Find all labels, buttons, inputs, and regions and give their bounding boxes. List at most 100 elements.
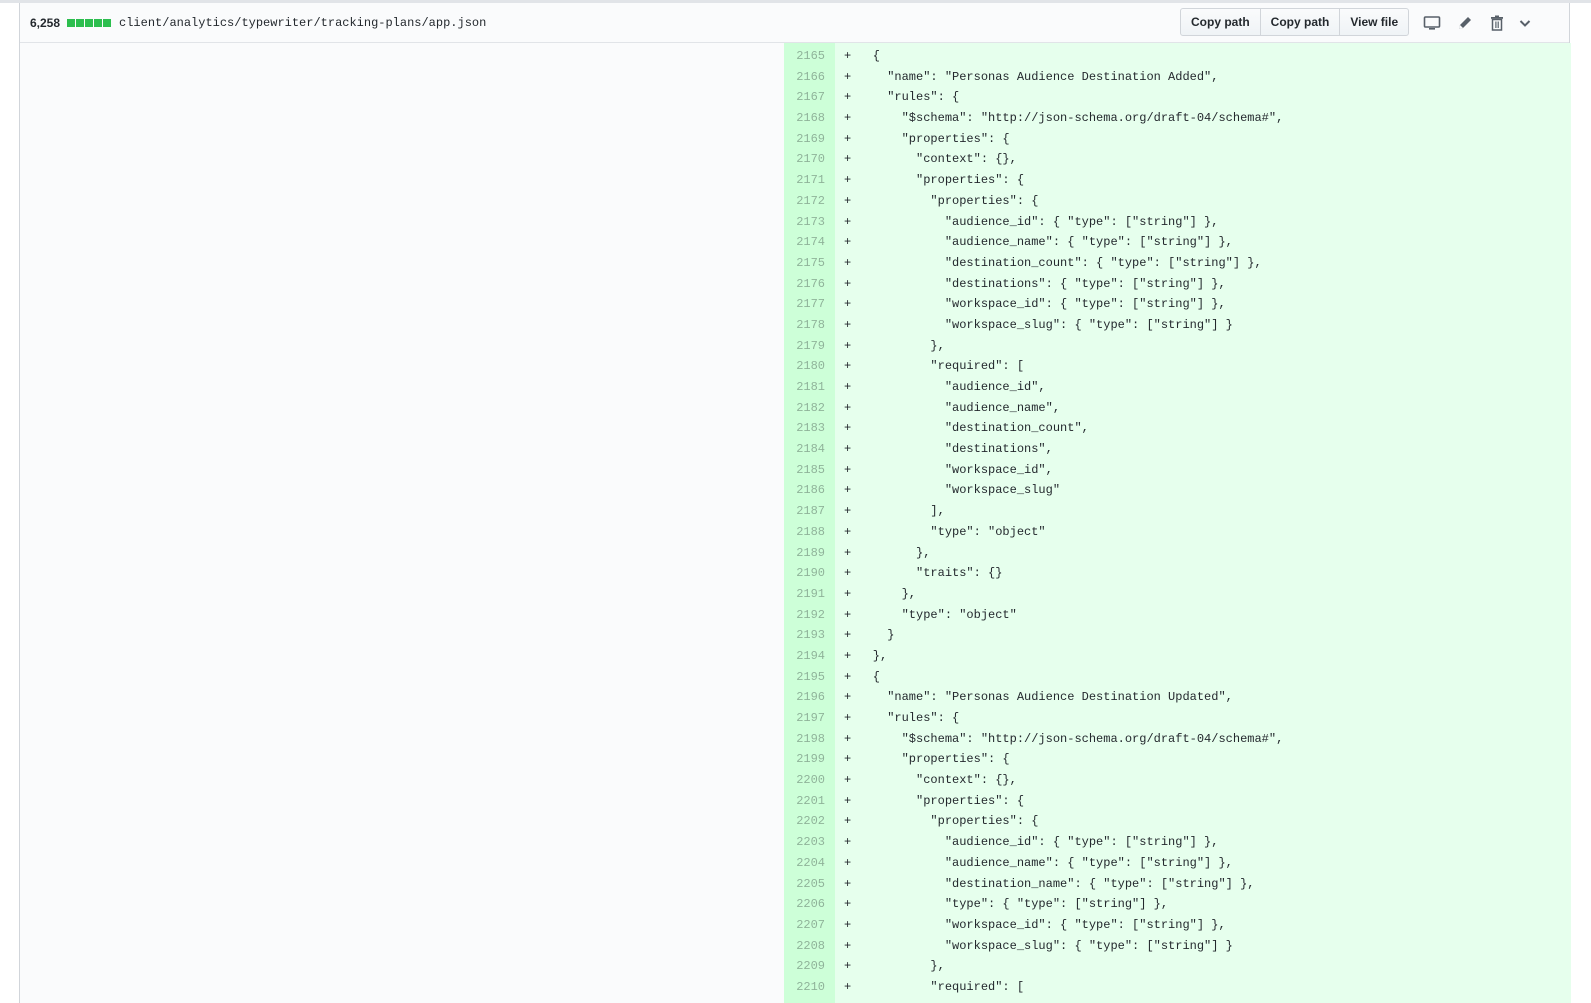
diff-line: 2190 + "traits": {} xyxy=(784,563,1571,584)
line-number[interactable]: 2172 xyxy=(784,191,825,212)
line-number[interactable]: 2183 xyxy=(784,418,825,439)
line-number[interactable]: 2176 xyxy=(784,274,825,295)
code-line: + "audience_name": { "type": ["string"] … xyxy=(844,855,1233,870)
desktop-icon[interactable] xyxy=(1423,14,1441,32)
diff-line: 2202 + "properties": { xyxy=(784,811,1571,832)
code-line: + "type": "object" xyxy=(844,524,1046,539)
diff-line: 2169 + "properties": { xyxy=(784,129,1571,150)
line-number[interactable]: 2208 xyxy=(784,936,825,957)
diffstat-block xyxy=(103,18,112,27)
line-number[interactable]: 2194 xyxy=(784,646,825,667)
code-line: + "audience_id", xyxy=(844,380,1046,394)
line-number[interactable]: 2195 xyxy=(784,667,825,688)
line-number[interactable]: 2175 xyxy=(784,253,825,274)
view-file-button[interactable]: View file xyxy=(1339,8,1410,36)
line-number[interactable]: 2187 xyxy=(784,501,825,522)
diff-lines: 2165 + {2166 + "name": "Personas Audience … xyxy=(784,43,1571,998)
diff-line: 2180 + "required": [ xyxy=(784,356,1571,377)
line-number[interactable]: 2166 xyxy=(784,67,825,88)
pencil-icon[interactable] xyxy=(1456,14,1474,32)
diff-line: 2200 + "context": {}, xyxy=(784,770,1571,791)
line-number[interactable]: 2179 xyxy=(784,336,825,357)
code-line: + "type": "object" xyxy=(844,607,1017,622)
line-number[interactable]: 2184 xyxy=(784,439,825,460)
line-number[interactable]: 2174 xyxy=(784,232,825,253)
diff-line: 2173 + "audience_id": { "type": ["string"… xyxy=(784,212,1571,233)
line-number[interactable]: 2178 xyxy=(784,315,825,336)
line-number[interactable]: 2204 xyxy=(784,853,825,874)
code-line: + "traits": {} xyxy=(844,566,1003,581)
line-number[interactable]: 2177 xyxy=(784,294,825,315)
code-line: + "audience_name", xyxy=(844,400,1061,415)
line-number[interactable]: 2185 xyxy=(784,460,825,481)
code-line: + "audience_id": { "type": ["string"] }, xyxy=(844,214,1219,229)
diff-line: 2209 + }, xyxy=(784,956,1571,977)
line-number[interactable]: 2193 xyxy=(784,625,825,646)
chevron-down-icon[interactable] xyxy=(1516,14,1534,32)
code-line: + "workspace_slug" xyxy=(844,483,1061,498)
diff-line: 2203 + "audience_id": { "type": ["string"… xyxy=(784,832,1571,853)
line-number[interactable]: 2206 xyxy=(784,894,825,915)
line-number[interactable]: 2207 xyxy=(784,915,825,936)
line-number[interactable]: 2199 xyxy=(784,749,825,770)
copy-path-button-2[interactable]: Copy path xyxy=(1259,8,1341,36)
diffstat-block xyxy=(85,18,94,27)
line-number[interactable]: 2190 xyxy=(784,563,825,584)
diff-line: 2175 + "destination_count": { "type": ["s… xyxy=(784,253,1571,274)
code-line: + }, xyxy=(844,586,917,601)
line-number[interactable]: 2202 xyxy=(784,811,825,832)
code-line: + "type": { "type": ["string"] }, xyxy=(844,897,1169,912)
line-number[interactable]: 2165 xyxy=(784,46,825,67)
line-number[interactable]: 2188 xyxy=(784,522,825,543)
code-line: + "$schema": "http://json-schema.org/dra… xyxy=(844,111,1284,126)
diff-line: 2191 + }, xyxy=(784,584,1571,605)
diff-line: 2174 + "audience_name": { "type": ["strin… xyxy=(784,232,1571,253)
line-number[interactable]: 2200 xyxy=(784,770,825,791)
diff-line: 2210 + "required": [ xyxy=(784,977,1571,998)
line-number[interactable]: 2201 xyxy=(784,791,825,812)
line-number[interactable]: 2210 xyxy=(784,977,825,998)
line-number[interactable]: 2192 xyxy=(784,605,825,626)
line-number[interactable]: 2209 xyxy=(784,956,825,977)
line-number[interactable]: 2173 xyxy=(784,212,825,233)
diff-line: 2193 + } xyxy=(784,625,1571,646)
line-number[interactable]: 2171 xyxy=(784,170,825,191)
line-number[interactable]: 2196 xyxy=(784,687,825,708)
line-number[interactable]: 2182 xyxy=(784,398,825,419)
code-line: + "context": {}, xyxy=(844,773,1017,788)
line-number[interactable]: 2180 xyxy=(784,356,825,377)
line-number[interactable]: 2186 xyxy=(784,480,825,501)
line-number[interactable]: 2203 xyxy=(784,832,825,853)
code-line: + "workspace_id": { "type": ["string"] }… xyxy=(844,917,1226,932)
diff-line: 2179 + }, xyxy=(784,336,1571,357)
line-number[interactable]: 2168 xyxy=(784,108,825,129)
code-line: + "properties": { xyxy=(844,193,1039,208)
diff-line: 2184 + "destinations", xyxy=(784,439,1571,460)
code-line: + "properties": { xyxy=(844,173,1025,188)
code-line: + "required": [ xyxy=(844,979,1025,994)
code-line: + "workspace_id", xyxy=(844,462,1053,477)
code-line: + }, xyxy=(844,648,888,663)
code-line: + "audience_id": { "type": ["string"] }, xyxy=(844,835,1219,850)
code-line: + "$schema": "http://json-schema.org/dra… xyxy=(844,731,1284,746)
line-number[interactable]: 2181 xyxy=(784,377,825,398)
line-number[interactable]: 2198 xyxy=(784,729,825,750)
line-number[interactable]: 2205 xyxy=(784,874,825,895)
copy-path-button[interactable]: Copy path xyxy=(1180,8,1261,36)
line-number[interactable]: 2191 xyxy=(784,584,825,605)
file-path[interactable]: client/analytics/typewriter/tracking-pla… xyxy=(119,16,486,30)
diff-line: 2177 + "workspace_id": { "type": ["string… xyxy=(784,294,1571,315)
line-number[interactable]: 2189 xyxy=(784,543,825,564)
trash-icon[interactable] xyxy=(1488,14,1506,32)
code-line: + "destination_name": { "type": ["string… xyxy=(844,876,1255,891)
line-number[interactable]: 2169 xyxy=(784,129,825,150)
diff-line: 2183 + "destination_count", xyxy=(784,418,1571,439)
diff-line: 2192 + "type": "object" xyxy=(784,605,1571,626)
diff-line: 2167 + "rules": { xyxy=(784,87,1571,108)
line-number[interactable]: 2170 xyxy=(784,149,825,170)
code-line: + }, xyxy=(844,338,945,353)
code-line: + "workspace_id": { "type": ["string"] }… xyxy=(844,297,1226,312)
line-number[interactable]: 2197 xyxy=(784,708,825,729)
line-number[interactable]: 2167 xyxy=(784,87,825,108)
diff-file: 6,258 client/analytics/typewriter/tracki… xyxy=(19,3,1571,1003)
